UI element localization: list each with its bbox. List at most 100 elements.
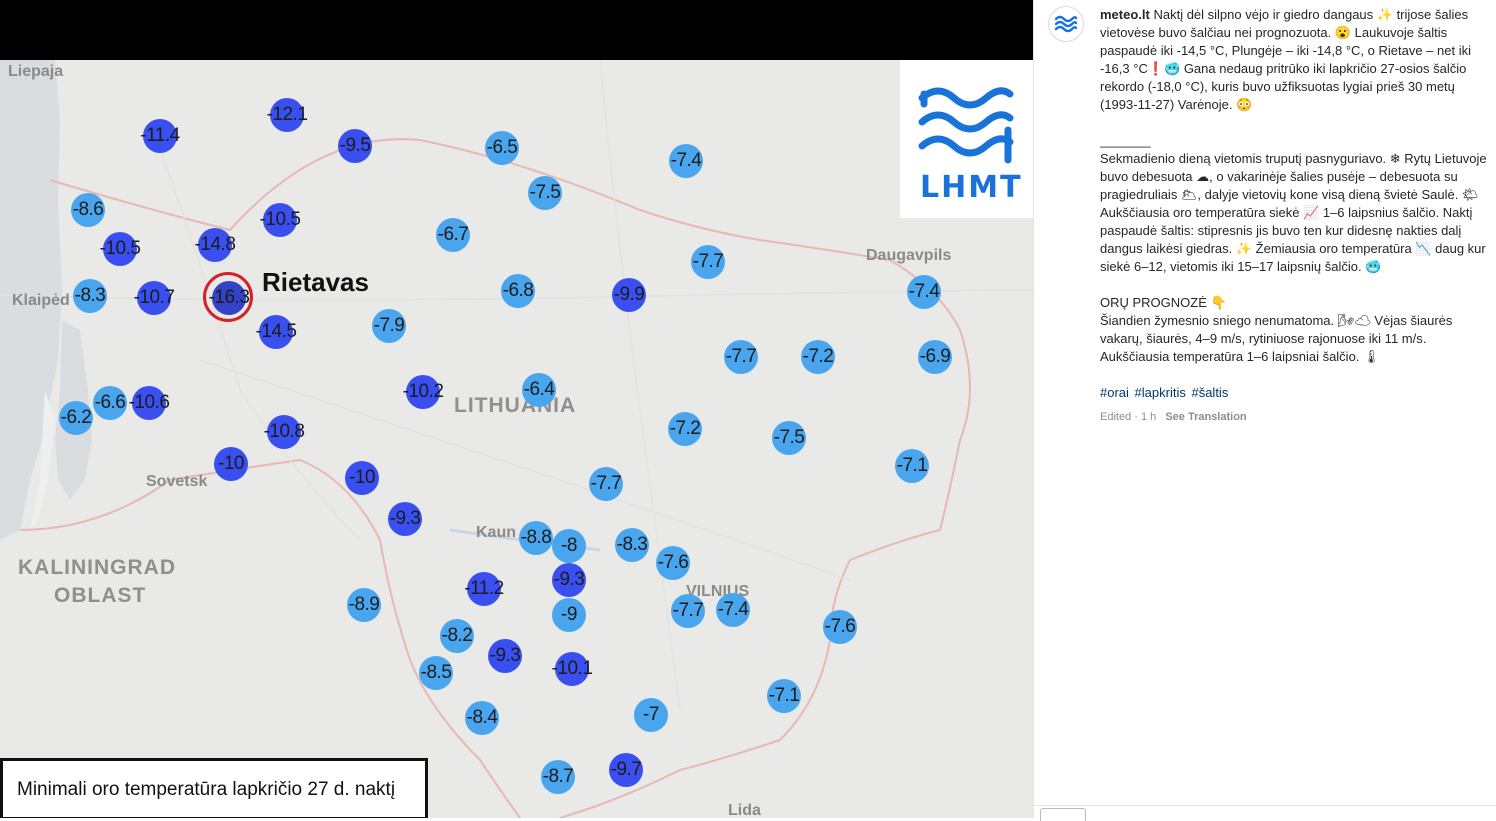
station-temperature: -6.5 — [486, 137, 518, 158]
station-marker: -7.7 — [671, 594, 705, 628]
station-marker: -7.5 — [772, 421, 806, 455]
station-temperature: -9.9 — [613, 284, 645, 305]
post-paragraph: Naktį dėl silpno vėjo ir giedro dangaus … — [1100, 7, 1471, 112]
post-divider: _______ — [1100, 133, 1151, 148]
station-temperature: -10.5 — [99, 238, 141, 259]
station-temperature: -7.6 — [657, 552, 689, 573]
station-temperature: -7.2 — [802, 346, 834, 367]
post-paragraph: Šiandien žymesnio sniego nenumatoma. 🌬☁ … — [1100, 313, 1453, 364]
station-marker: -9 — [552, 598, 586, 632]
station-marker: -8.9 — [347, 588, 381, 622]
station-marker: -6.4 — [522, 373, 556, 407]
see-translation-link[interactable]: See Translation — [1165, 411, 1246, 423]
station-marker: -7.7 — [589, 467, 623, 501]
station-temperature: -8.6 — [72, 199, 104, 220]
station-temperature: -7.5 — [529, 182, 561, 203]
edited-timestamp: Edited · 1 h — [1100, 411, 1157, 423]
station-marker: -6.5 — [485, 131, 519, 165]
station-temperature: -7.7 — [590, 473, 622, 494]
station-marker: -10.5 — [260, 203, 301, 237]
station-temperature: -10 — [349, 467, 375, 488]
temperature-map — [0, 60, 1033, 818]
logo-text: LHMT — [920, 170, 1023, 205]
station-marker: -7.6 — [656, 546, 690, 580]
station-marker: -7.1 — [767, 679, 801, 713]
station-marker: -6.2 — [59, 401, 93, 435]
post-paragraph: Sekmadienio dieną vietomis truputį pasny… — [1100, 151, 1487, 274]
station-marker: -10.7 — [134, 281, 175, 315]
station-temperature: -6.7 — [437, 224, 469, 245]
post-meta: Edited · 1 h See Translation — [1100, 408, 1494, 426]
station-temperature: -9.3 — [389, 508, 421, 529]
station-temperature: -8.8 — [520, 527, 552, 548]
station-marker: -7.4 — [907, 275, 941, 309]
station-temperature: -10.5 — [259, 209, 301, 230]
post-username[interactable]: meteo.lt — [1100, 7, 1150, 22]
station-temperature: -7.4 — [908, 281, 940, 302]
action-button-edge[interactable] — [1040, 808, 1086, 821]
country-label: LITHUANIA — [454, 394, 577, 417]
station-temperature: -8.2 — [441, 625, 473, 646]
place-label: Sovetsk — [146, 473, 208, 490]
station-temperature: -9.7 — [610, 759, 642, 780]
place-label: Lida — [728, 802, 761, 818]
station-marker: -7.2 — [801, 340, 835, 374]
station-marker: -10.2 — [403, 375, 444, 409]
station-temperature: -10 — [218, 453, 244, 474]
station-marker: -9.3 — [388, 502, 422, 536]
station-temperature: -10.8 — [263, 421, 305, 442]
station-temperature: -7.2 — [669, 418, 701, 439]
station-marker: -7.4 — [669, 144, 703, 178]
station-marker: -9.9 — [612, 278, 646, 312]
station-temperature: -7.1 — [896, 455, 928, 476]
station-temperature: -14.8 — [194, 234, 236, 255]
station-temperature: -11.4 — [140, 125, 180, 146]
hashtag-link[interactable]: #šaltis — [1191, 385, 1228, 400]
station-temperature: -12.1 — [266, 104, 308, 125]
station-marker: -10 — [345, 461, 379, 495]
station-temperature: -11.2 — [464, 578, 504, 599]
station-temperature: -8 — [561, 535, 577, 556]
station-temperature: -6.4 — [523, 379, 555, 400]
station-temperature: -7.9 — [373, 315, 405, 336]
hashtag-link[interactable]: #orai — [1100, 385, 1129, 400]
station-temperature: -7.1 — [768, 685, 800, 706]
meteo-logo-icon — [1054, 15, 1078, 33]
station-marker: -8.5 — [419, 656, 453, 690]
station-marker: -7.4 — [716, 593, 750, 627]
station-marker: -10 — [214, 447, 248, 481]
station-marker: -7.6 — [823, 610, 857, 644]
station-temperature: -9.5 — [339, 135, 371, 156]
region-label: KALININGRAD — [18, 556, 176, 579]
hashtag-link[interactable]: #lapkritis — [1135, 385, 1186, 400]
station-temperature: -7 — [643, 704, 659, 725]
station-marker: -9.3 — [488, 639, 522, 673]
station-marker: -11.4 — [140, 119, 180, 153]
station-marker: -6.8 — [501, 274, 535, 308]
station-marker: -11.2 — [464, 572, 504, 606]
station-marker: -7.7 — [724, 340, 758, 374]
station-temperature: -9.3 — [553, 569, 585, 590]
station-temperature: -6.6 — [94, 392, 126, 413]
station-temperature: -7.4 — [717, 599, 749, 620]
station-marker: -8.3 — [615, 528, 649, 562]
place-label: Klaipėd — [12, 292, 70, 309]
station-temperature: -10.7 — [133, 287, 175, 308]
station-marker: -7.2 — [668, 412, 702, 446]
post-caption: meteo.lt Naktį dėl silpno vėjo ir giedro… — [1100, 6, 1494, 426]
station-temperature: -8.5 — [420, 662, 452, 683]
station-temperature: -10.6 — [128, 392, 170, 413]
avatar[interactable] — [1048, 6, 1084, 42]
station-marker: -9.3 — [552, 563, 586, 597]
post-hashtags: #orai #lapkritis #šaltis — [1100, 384, 1494, 402]
station-marker: -14.8 — [195, 228, 236, 262]
station-marker: -6.9 — [918, 340, 952, 374]
station-temperature: -7.7 — [725, 346, 757, 367]
station-temperature: -8.7 — [542, 766, 574, 787]
station-marker: -8.3 — [73, 279, 107, 313]
station-temperature: -14.5 — [255, 321, 297, 342]
station-temperature: -7.4 — [670, 150, 702, 171]
station-temperature: -7.7 — [692, 251, 724, 272]
place-label: Liepaja — [8, 63, 64, 80]
station-marker: -7.7 — [691, 245, 725, 279]
